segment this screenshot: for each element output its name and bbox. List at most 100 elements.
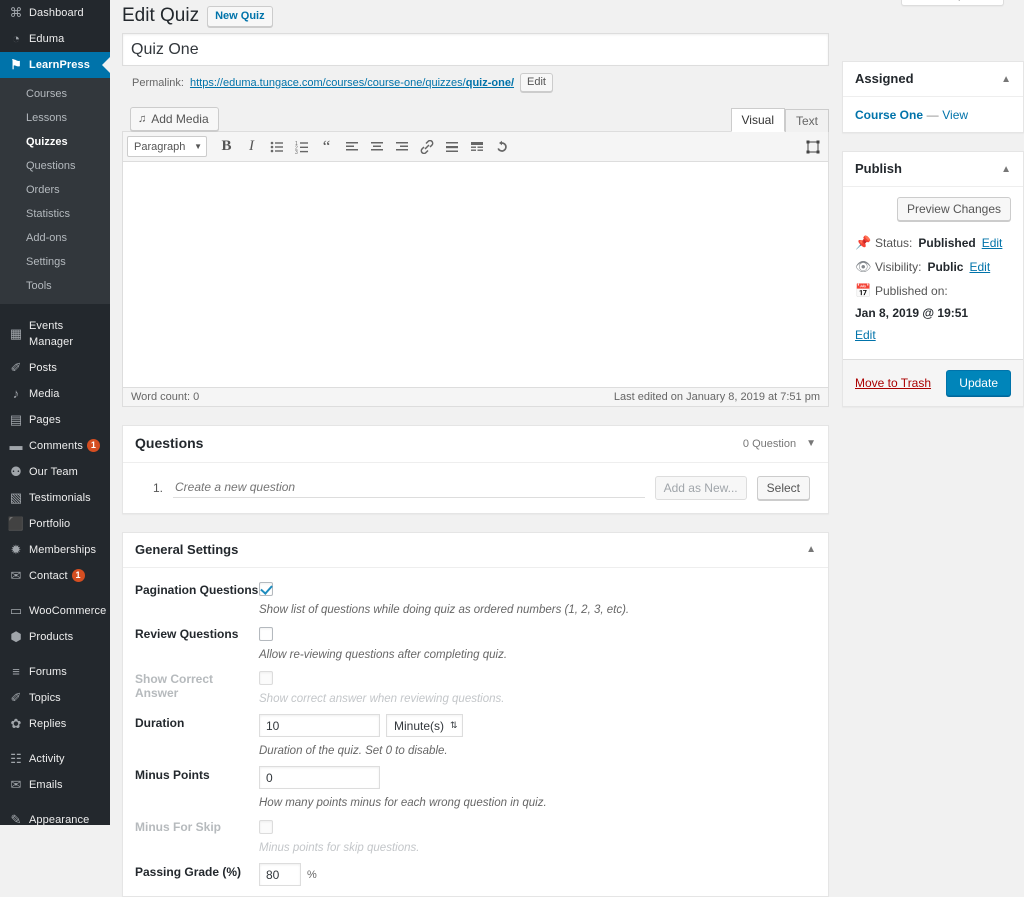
sidebar-item-label: Forums — [29, 666, 67, 678]
select-duration-unit[interactable]: Minute(s) ⇅ — [386, 714, 463, 738]
select-question-button[interactable]: Select — [756, 475, 810, 500]
assigned-course-link[interactable]: Course One — [855, 108, 923, 122]
sidebar-item-label: LearnPress — [29, 59, 90, 71]
submenu-item-settings[interactable]: Settings — [0, 250, 110, 274]
sidebar-item-eduma[interactable]: ◔ Eduma — [0, 26, 110, 52]
status-edit-link[interactable]: Edit — [982, 235, 1003, 251]
input-duration[interactable] — [259, 714, 380, 738]
sidebar-item-events-manager[interactable]: ▦ Events Manager — [0, 313, 110, 355]
setting-row-review-questions: Review Questions Allow re-viewing questio… — [123, 616, 828, 661]
sidebar-item-contact[interactable]: ✉ Contact 1 — [0, 563, 110, 589]
media-icon: ♪ — [12, 386, 20, 401]
notification-badge: 1 — [71, 569, 85, 582]
sidebar-item-replies[interactable]: ✿ Replies — [0, 711, 110, 737]
sidebar-item-testimonials[interactable]: ▧ Testimonials — [0, 485, 110, 511]
bold-icon[interactable]: B — [215, 135, 238, 158]
checkbox-pagination-questions[interactable] — [259, 582, 273, 597]
sidebar-item-emails[interactable]: ✉ Emails — [0, 772, 110, 798]
sidebar-item-portfolio[interactable]: ⬛ Portfolio — [0, 511, 110, 537]
page-header: Edit Quiz New Quiz — [122, 0, 1024, 33]
tab-visual[interactable]: Visual — [730, 108, 785, 132]
permalink-link[interactable]: https://eduma.tungace.com/courses/course… — [190, 77, 514, 89]
assigned-view-link[interactable]: View — [942, 108, 968, 122]
menu-separator — [0, 737, 110, 746]
italic-icon[interactable]: I — [240, 135, 263, 158]
visibility-edit-link[interactable]: Edit — [969, 259, 990, 275]
setting-label-minus-points: Minus Points — [135, 768, 210, 783]
notification-badge: 1 — [86, 439, 100, 452]
setting-control-minus-points: How many points minus for each wrong que… — [259, 766, 828, 809]
chevron-up-icon[interactable]: ▲ — [1001, 74, 1011, 85]
align-center-icon[interactable] — [365, 135, 388, 158]
published-edit-link[interactable]: Edit — [855, 327, 1011, 343]
sidebar-item-learnpress[interactable]: ⚑ LearnPress — [0, 52, 110, 78]
replies-icon: ✿ — [10, 716, 22, 731]
sidebar-item-woocommerce[interactable]: ▭ WooCommerce — [0, 598, 110, 624]
chevron-up-icon[interactable]: ▲ — [806, 544, 816, 555]
blockquote-icon[interactable]: “ — [315, 135, 338, 158]
sidebar-item-activity[interactable]: ☷ Activity — [0, 746, 110, 772]
checkbox-review-questions[interactable] — [259, 626, 273, 641]
sidebar-item-posts[interactable]: ✐ Posts — [0, 355, 110, 381]
submenu-item-tools[interactable]: Tools — [0, 274, 110, 298]
learnpress-submenu: Courses Lessons Quizzes Questions Orders Stat… — [0, 78, 110, 304]
sidebar-item-memberships[interactable]: ✹ Memberships — [0, 537, 110, 563]
sidebar-item-media[interactable]: ♪ Media — [0, 381, 110, 407]
link-icon[interactable] — [415, 135, 438, 158]
setting-control-duration: Minute(s) ⇅ Duration of the quiz. Set 0 to… — [259, 714, 828, 757]
chevron-down-icon[interactable]: ▼ — [806, 438, 816, 449]
input-passing-grade[interactable] — [259, 863, 301, 887]
permalink-edit-button[interactable]: Edit — [520, 73, 553, 92]
portfolio-icon: ⬛ — [7, 516, 25, 531]
submenu-item-questions[interactable]: Questions — [0, 154, 110, 178]
new-question-input[interactable] — [173, 477, 645, 498]
submenu-item-statistics[interactable]: Statistics — [0, 202, 110, 226]
chevron-up-icon[interactable]: ▲ — [1001, 164, 1011, 175]
sidebar-item-dashboard[interactable]: ⌘ Dashboard — [0, 0, 110, 26]
questions-header: Questions 0 Question ▼ — [123, 426, 828, 463]
general-settings-title: General Settings — [135, 541, 239, 557]
add-media-button[interactable]: ♫ Add Media — [130, 107, 219, 131]
sidebar-item-comments[interactable]: ▬ Comments 1 — [0, 433, 110, 459]
sidebar-item-appearance[interactable]: ✎ Appearance — [0, 807, 110, 825]
read-more-icon[interactable] — [440, 135, 463, 158]
bulleted-list-icon[interactable] — [265, 135, 288, 158]
preview-changes-button[interactable]: Preview Changes — [896, 197, 1011, 222]
new-quiz-button[interactable]: New Quiz — [207, 5, 273, 27]
tab-text[interactable]: Text — [784, 109, 829, 132]
forums-icon: ≡ — [12, 664, 20, 679]
editor-content-area[interactable] — [122, 162, 829, 388]
submenu-item-lessons[interactable]: Lessons — [0, 106, 110, 130]
submenu-item-orders[interactable]: Orders — [0, 178, 110, 202]
paragraph-format-select[interactable]: Paragraph ▼ — [127, 136, 207, 157]
updown-arrows-icon: ⇅ — [450, 720, 458, 731]
setting-row-duration: Duration Minute(s) ⇅ Duration of the quiz. … — [123, 705, 828, 757]
update-button[interactable]: Update — [946, 370, 1011, 397]
align-right-icon[interactable] — [390, 135, 413, 158]
setting-description-show-correct-answer: Show correct answer when reviewing quest… — [259, 693, 505, 706]
submenu-item-quizzes[interactable]: Quizzes — [0, 130, 110, 154]
move-to-trash-link[interactable]: Move to Trash — [855, 376, 931, 390]
sidebar-item-pages[interactable]: ▤ Pages — [0, 407, 110, 433]
questions-count: 0 Question — [742, 437, 797, 450]
undo-icon[interactable] — [490, 135, 513, 158]
sidebar-item-forums[interactable]: ≡ Forums — [0, 659, 110, 685]
editor-toolbar-buttons: Paragraph ▼ B I 123 “ — [127, 135, 513, 158]
align-left-icon[interactable] — [340, 135, 363, 158]
submenu-item-add-ons[interactable]: Add-ons — [0, 226, 110, 250]
input-minus-points[interactable] — [259, 766, 380, 790]
sidebar-item-label: Our Team — [29, 466, 78, 478]
setting-control-pagination-questions: Show list of questions while doing quiz … — [259, 581, 828, 616]
setting-label-minus-for-skip: Minus For Skip — [135, 820, 222, 835]
word-count: Word count: 0 — [131, 391, 200, 403]
numbered-list-icon[interactable]: 123 — [290, 135, 313, 158]
assigned-title: Assigned — [855, 71, 914, 86]
sidebar-item-topics[interactable]: ✐ Topics — [0, 685, 110, 711]
fullscreen-icon[interactable] — [801, 135, 824, 158]
sidebar-item-products[interactable]: ⬢ Products — [0, 624, 110, 650]
toolbar-toggle-icon[interactable] — [465, 135, 488, 158]
sidebar-item-our-team[interactable]: ⚉ Our Team — [0, 459, 110, 485]
quiz-title-input[interactable] — [122, 33, 829, 66]
submenu-item-courses[interactable]: Courses — [0, 82, 110, 106]
add-as-new-button[interactable]: Add as New... — [654, 475, 747, 500]
